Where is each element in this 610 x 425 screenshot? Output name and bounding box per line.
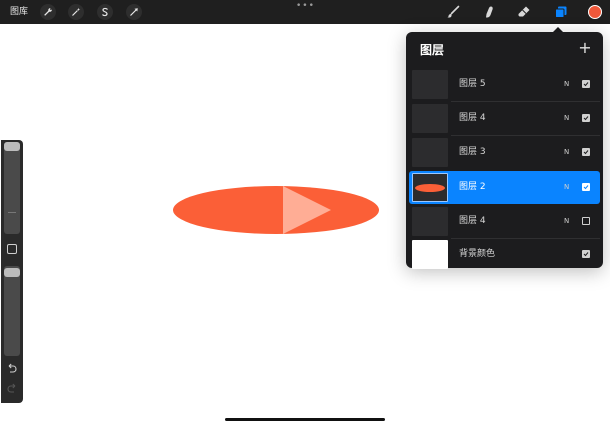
ellipse-thumbnail-icon (415, 184, 445, 192)
layer-name: 图层 3 (459, 147, 486, 157)
layer-name: 图层 5 (459, 79, 486, 89)
layer-row[interactable]: 图层 4 N (409, 205, 600, 238)
toolbar-handle[interactable]: ••• (296, 2, 315, 11)
selection-s-icon[interactable] (97, 4, 113, 20)
blend-mode-button[interactable]: N (564, 182, 569, 192)
blend-mode-button[interactable]: N (564, 113, 569, 123)
gallery-button[interactable]: 图库 (10, 5, 28, 19)
eraser-icon[interactable] (516, 4, 532, 20)
layer-row[interactable]: 图层 5 N (409, 68, 600, 101)
panel-title: 图层 (420, 43, 445, 57)
undo-icon[interactable] (6, 362, 18, 374)
layer-row[interactable]: 图层 3 N (409, 136, 600, 169)
layer-name: 图层 4 (459, 216, 486, 226)
magic-wand-icon[interactable] (68, 4, 84, 20)
background-color-swatch[interactable] (412, 240, 448, 269)
visibility-checkbox[interactable] (582, 217, 590, 225)
layer-row-selected[interactable]: 图层 2 N (409, 171, 600, 204)
visibility-checkbox[interactable] (582, 183, 590, 191)
layer-name: 背景颜色 (459, 249, 496, 259)
brush-icon[interactable] (445, 4, 461, 20)
layers-icon[interactable] (553, 4, 569, 20)
layer-name: 图层 4 (459, 113, 486, 123)
left-sidebar (1, 140, 23, 403)
brush-size-slider[interactable] (4, 142, 20, 234)
wrench-icon[interactable] (40, 4, 56, 20)
smudge-icon[interactable] (481, 4, 497, 20)
visibility-checkbox[interactable] (582, 250, 590, 258)
layer-thumbnail (412, 207, 448, 236)
transform-arrow-icon[interactable] (126, 4, 142, 20)
layers-panel: 图层 + 图层 5 N 图层 4 N 图层 3 N 图层 2 N 图层 4 N (406, 32, 603, 271)
layer-thumbnail (412, 138, 448, 167)
layer-thumbnail (412, 173, 448, 202)
opacity-slider[interactable] (4, 266, 20, 356)
layer-row[interactable]: 图层 4 N (409, 102, 600, 135)
layer-thumbnail (412, 70, 448, 99)
layer-thumbnail (412, 104, 448, 133)
layer-name: 图层 2 (459, 182, 486, 192)
top-toolbar: 图库 ••• (0, 0, 610, 24)
color-picker-swatch[interactable] (588, 5, 602, 19)
orange-ellipse-shape (173, 186, 379, 234)
visibility-checkbox[interactable] (582, 114, 590, 122)
home-indicator (225, 418, 385, 421)
add-layer-button[interactable]: + (578, 39, 592, 57)
redo-icon[interactable] (6, 382, 18, 394)
modify-square-button[interactable] (7, 244, 17, 254)
background-color-row[interactable]: 背景颜色 (409, 238, 600, 271)
brush-size-thumb[interactable] (4, 142, 20, 151)
opacity-thumb[interactable] (4, 268, 20, 278)
blend-mode-button[interactable]: N (564, 147, 569, 157)
visibility-checkbox[interactable] (582, 80, 590, 88)
slider-tick (8, 212, 16, 213)
artwork (173, 186, 379, 234)
blend-mode-button[interactable]: N (564, 79, 569, 89)
visibility-checkbox[interactable] (582, 148, 590, 156)
blend-mode-button[interactable]: N (564, 216, 569, 226)
